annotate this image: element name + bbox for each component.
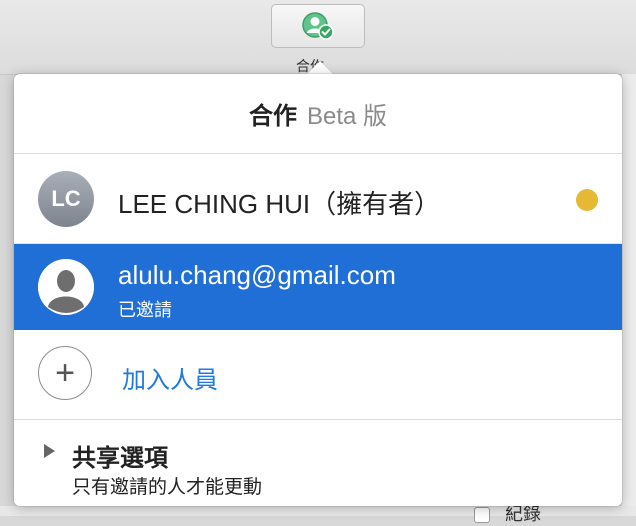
add-person-link[interactable]: 加入人員 (122, 360, 218, 395)
collaborate-button[interactable] (271, 4, 365, 48)
person-avatar-icon (38, 259, 94, 315)
avatar: LC (38, 171, 94, 227)
add-person-row[interactable]: + 加入人員 (14, 330, 622, 420)
share-options-row[interactable]: 共享選項 只有邀請的人才能更動 (14, 420, 622, 506)
collaborate-icon (302, 11, 334, 41)
owner-name: LEE CHING HUI（擁有者） (118, 189, 441, 219)
popover-arrow (306, 61, 334, 75)
background-checkbox[interactable] (474, 507, 490, 523)
presence-status-dot (576, 189, 598, 211)
share-options-title: 共享選項 (72, 445, 168, 472)
beta-badge: Beta 版 (306, 103, 388, 130)
background-panel (622, 74, 636, 516)
collaboration-popover: 合作 Beta 版 LC LEE CHING HUI（擁有者） alulu.ch… (14, 74, 622, 506)
popover-header: 合作 Beta 版 (14, 74, 622, 154)
add-icon[interactable]: + (38, 346, 92, 400)
popover-title: 合作 (248, 103, 297, 130)
invited-email: alulu.chang@gmail.com (118, 260, 396, 290)
disclosure-triangle-icon[interactable] (44, 444, 55, 458)
participant-row-invited[interactable]: alulu.chang@gmail.com 已邀請 (14, 244, 622, 330)
participant-row-owner[interactable]: LC LEE CHING HUI（擁有者） (14, 154, 622, 244)
invited-status: 已邀請 (118, 300, 172, 320)
share-options-subtitle: 只有邀請的人才能更動 (72, 477, 263, 498)
